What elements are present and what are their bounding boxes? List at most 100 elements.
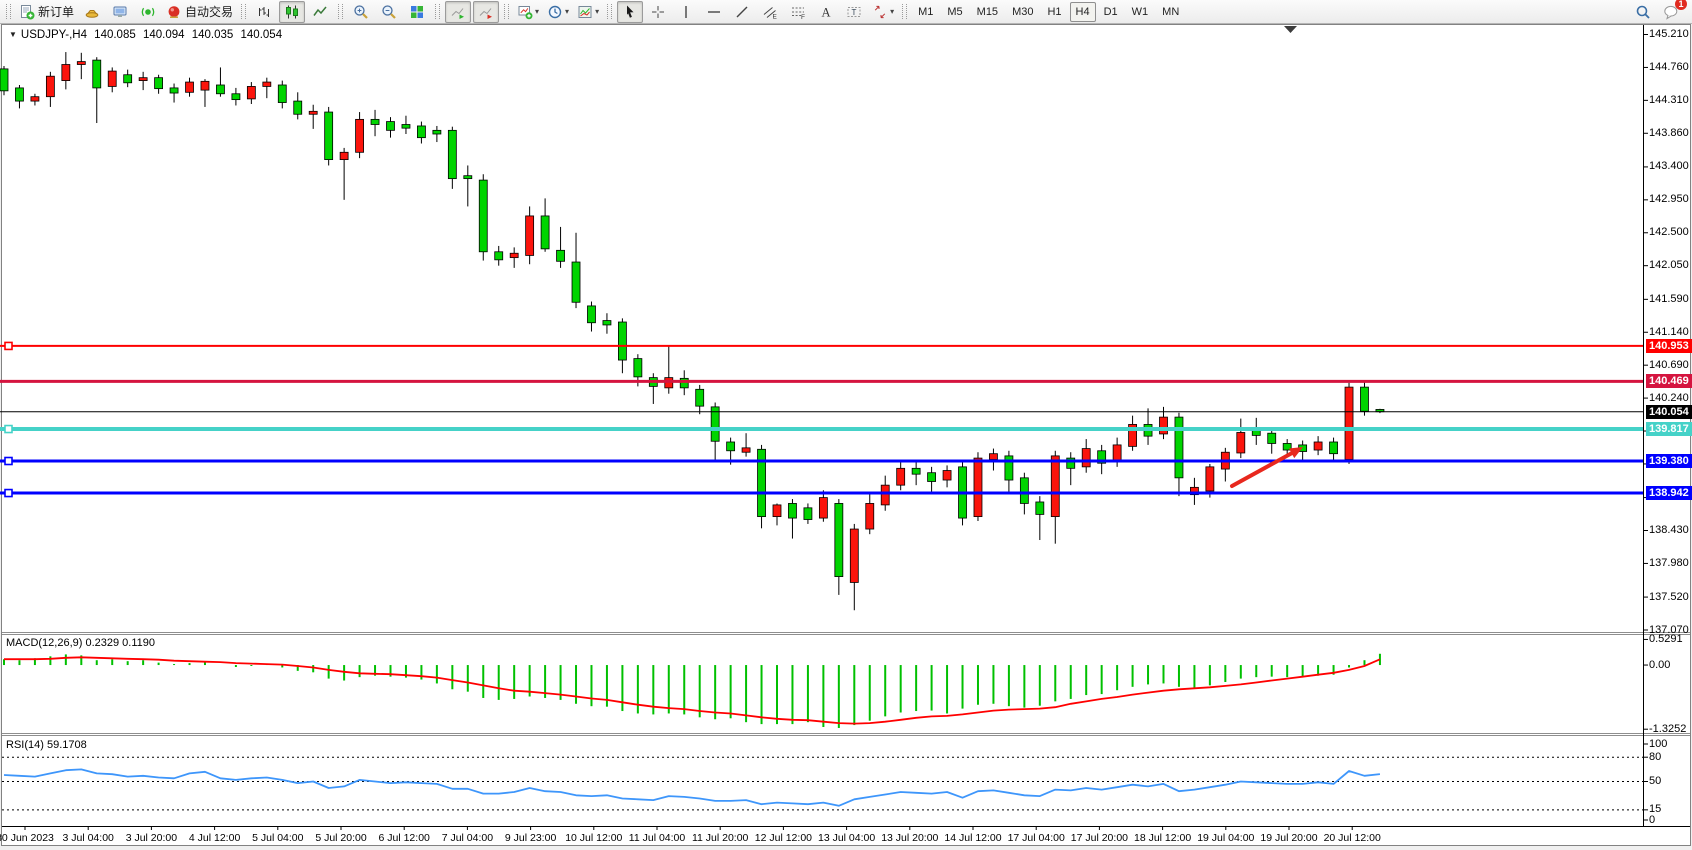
terminal-icon	[112, 4, 128, 20]
timeframe-M15-button[interactable]: M15	[971, 2, 1004, 22]
bar-chart-icon	[256, 4, 272, 20]
candle	[1160, 417, 1168, 434]
text-button[interactable]: A	[813, 1, 839, 23]
auto-trading-label: 自动交易	[185, 3, 233, 20]
collapse-arrow-icon[interactable]: ▼	[9, 30, 17, 39]
new-order-button[interactable]: 新订单	[16, 1, 77, 23]
timeframe-H1-button[interactable]: H1	[1041, 2, 1067, 22]
candle	[804, 508, 812, 520]
search-button[interactable]	[1630, 1, 1656, 23]
price-tick-label: 140.690	[1649, 359, 1689, 372]
candle	[541, 216, 549, 249]
fibonacci-button[interactable]: F	[785, 1, 811, 23]
candle	[0, 69, 8, 91]
time-axis-label: 11 Jul 20:00	[692, 832, 748, 844]
candle	[479, 180, 487, 252]
signal-icon	[140, 4, 156, 20]
dropdown-arrow-icon[interactable]: ▾	[535, 7, 539, 16]
vertical-line-icon	[678, 4, 694, 20]
dropdown-arrow-icon[interactable]: ▾	[890, 7, 894, 16]
candle	[1206, 467, 1214, 491]
candle	[587, 306, 595, 323]
tile-windows-button[interactable]	[404, 1, 430, 23]
chart-shift-button[interactable]	[473, 1, 499, 23]
candle	[680, 378, 688, 388]
time-axis-label: 13 Jul 04:00	[818, 832, 875, 844]
text-label-button[interactable]: T	[841, 1, 867, 23]
candle	[186, 82, 194, 92]
candle	[402, 124, 410, 128]
ohlc-close: 140.054	[241, 29, 283, 41]
signal-button[interactable]	[135, 1, 161, 23]
timeframe-D1-button[interactable]: D1	[1098, 2, 1124, 22]
candle	[928, 473, 936, 482]
svg-text:T: T	[852, 7, 857, 16]
candle	[835, 503, 843, 576]
candle	[881, 485, 889, 505]
candle	[464, 176, 472, 179]
candle	[278, 85, 286, 103]
zoom-out-button[interactable]	[376, 1, 402, 23]
candlestick-button[interactable]	[279, 1, 305, 23]
zoom-in-button[interactable]	[348, 1, 374, 23]
dropdown-arrow-icon[interactable]: ▾	[565, 7, 569, 16]
time-axis-label: 17 Jul 04:00	[1008, 832, 1065, 844]
trendline-button[interactable]	[729, 1, 755, 23]
arrows-button[interactable]: ▾	[869, 1, 897, 23]
bar-chart-button[interactable]	[251, 1, 277, 23]
candle	[897, 468, 905, 485]
price-tick-label: 143.400	[1649, 160, 1689, 173]
candle	[1175, 417, 1183, 478]
svg-text:F: F	[801, 14, 805, 20]
price-tick-label: 140.240	[1649, 392, 1689, 405]
dropdown-arrow-icon[interactable]: ▾	[595, 7, 599, 16]
candle	[417, 126, 425, 138]
terminal-button[interactable]	[107, 1, 133, 23]
price-tick-label: 144.310	[1649, 94, 1689, 107]
candle	[866, 503, 874, 529]
timeframe-M5-button[interactable]: M5	[941, 2, 968, 22]
price-line-label-139.380: 139.380	[1646, 454, 1692, 468]
auto-trading-icon	[166, 4, 182, 20]
price-tick-label: 145.210	[1649, 28, 1689, 41]
time-axis-label: 17 Jul 20:00	[1071, 832, 1128, 844]
chart-title: ▼USDJPY-,H4 140.085 140.094 140.035 140.…	[9, 29, 286, 41]
horizontal-line-button[interactable]	[701, 1, 727, 23]
crosshair-button[interactable]	[645, 1, 671, 23]
candle	[77, 62, 85, 65]
candle	[1036, 502, 1044, 514]
timeframe-MN-button[interactable]: MN	[1156, 2, 1185, 22]
chart-canvas[interactable]	[0, 24, 1692, 850]
timeframe-M1-button[interactable]: M1	[912, 2, 939, 22]
equidistant-channel-icon: E	[762, 4, 778, 20]
timeframe-W1-button[interactable]: W1	[1126, 2, 1155, 22]
symbol-period: USDJPY-,H4	[21, 29, 87, 41]
notifications-button[interactable]: 1	[1658, 1, 1684, 23]
timeframe-H4-button[interactable]: H4	[1070, 2, 1096, 22]
price-tick-label: 142.050	[1649, 259, 1689, 272]
timeframe-M30-button[interactable]: M30	[1006, 2, 1039, 22]
cursor-button[interactable]	[617, 1, 643, 23]
rsi-tick-label: 80	[1649, 751, 1661, 764]
vertical-line-button[interactable]	[673, 1, 699, 23]
price-line-label-138.942: 138.942	[1646, 486, 1692, 500]
candle	[912, 468, 920, 474]
candle	[495, 252, 503, 260]
equidistant-channel-button[interactable]: E	[757, 1, 783, 23]
line-chart-button[interactable]	[307, 1, 333, 23]
new-chart-button[interactable]: ▾	[514, 1, 542, 23]
templates-button[interactable]: ▾	[574, 1, 602, 23]
candle	[387, 122, 395, 131]
candle	[1345, 387, 1353, 459]
candle	[294, 101, 302, 114]
toolbar-grip	[435, 4, 440, 19]
candle	[216, 85, 224, 94]
candle	[572, 262, 580, 302]
candle	[819, 498, 827, 518]
candle	[263, 82, 271, 86]
period-button[interactable]: ▾	[544, 1, 572, 23]
auto-scroll-button[interactable]	[445, 1, 471, 23]
auto-trading-button[interactable]: 自动交易	[163, 1, 236, 23]
market-watch-gold-button[interactable]	[79, 1, 105, 23]
trendline-icon	[734, 4, 750, 20]
